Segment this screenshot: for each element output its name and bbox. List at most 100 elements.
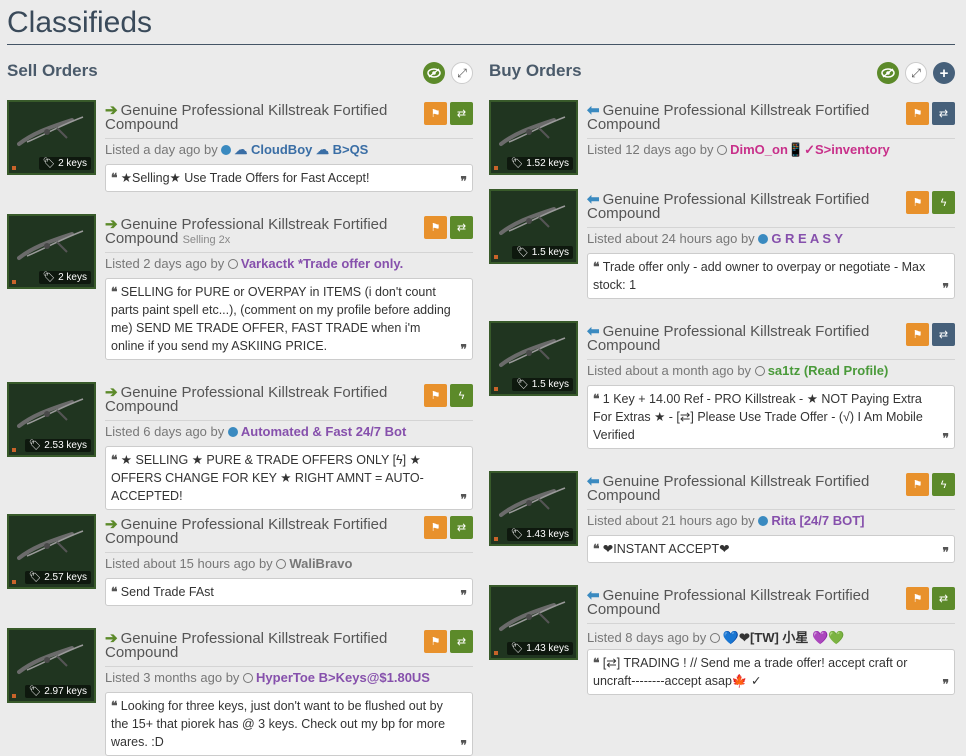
meta-divider (587, 509, 955, 510)
listing-actions: ⚑ ϟ (906, 191, 955, 214)
user-link[interactable]: WaliBravo (289, 556, 352, 571)
quantity-label: Selling 2x (182, 234, 231, 246)
report-flag-icon[interactable]: ⚑ (906, 587, 929, 610)
user-status-dot (717, 145, 728, 155)
swap-icon[interactable]: ⇄ (450, 630, 473, 653)
report-flag-icon[interactable]: ⚑ (424, 516, 447, 539)
listing-comment: ❝ 1 Key + 14.00 Ref - PRO Killstreak - ★… (587, 385, 955, 449)
item-thumbnail[interactable]: 🏷 2 keys (7, 214, 96, 289)
swap-icon[interactable]: ⇄ (450, 102, 473, 125)
sell-visibility-eye-icon[interactable] (423, 62, 445, 84)
bolt-icon[interactable]: ϟ (932, 191, 955, 214)
tag-icon: 🏷 (510, 529, 527, 540)
item-name[interactable]: ➔ Genuine Professional Killstreak Fortifi… (105, 385, 415, 414)
item-name[interactable]: ⬅ Genuine Professional Killstreak Fortifi… (587, 192, 897, 221)
item-thumbnail[interactable]: 🏷 2 keys (7, 100, 96, 175)
comment-text: ★ SELLING ★ PURE & TRADE OFFERS ONLY [ϟ]… (111, 453, 424, 503)
report-flag-icon[interactable]: ⚑ (424, 102, 447, 125)
listing-actions: ⚑ ⇄ (906, 587, 955, 610)
listed-time: Listed about a month ago by (587, 363, 752, 378)
listed-time: Listed 8 days ago by (587, 630, 707, 645)
price-label: 1.5 keys (531, 247, 569, 258)
listed-time: Listed about 21 hours ago by (587, 513, 755, 528)
item-thumbnail[interactable]: 🏷 2.53 keys (7, 382, 96, 457)
bolt-icon[interactable]: ϟ (932, 473, 955, 496)
swap-icon[interactable]: ⇄ (932, 102, 955, 125)
buy-expand-icon[interactable]: ⤢ (905, 62, 927, 84)
report-flag-icon[interactable]: ⚑ (424, 384, 447, 407)
swap-icon[interactable]: ⇄ (450, 216, 473, 239)
listing-comment: ❝ SELLING for PURE or OVERPAY in ITEMS (… (105, 278, 473, 360)
user-status-dot (758, 234, 769, 244)
report-flag-icon[interactable]: ⚑ (906, 473, 929, 496)
item-name-text: Genuine Professional Killstreak Fortifie… (105, 216, 388, 247)
price-label: 2.97 keys (44, 686, 87, 697)
item-name[interactable]: ➔ Genuine Professional Killstreak Fortifi… (105, 517, 415, 546)
add-buy-order-plus-icon[interactable]: + (933, 62, 955, 84)
item-thumbnail[interactable]: 🏷 1.5 keys (489, 189, 578, 264)
quote-open-icon: ❝ (593, 260, 603, 274)
tag-icon: 🏷 (516, 379, 532, 390)
price-label: 2 keys (58, 272, 87, 283)
item-name[interactable]: ⬅ Genuine Professional Killstreak Fortifi… (587, 474, 897, 503)
quote-open-icon: ❝ (111, 171, 121, 185)
swap-icon[interactable]: ⇄ (932, 323, 955, 346)
tag-icon: 🏷 (510, 158, 527, 169)
meta-divider (587, 227, 955, 228)
bolt-icon[interactable]: ϟ (450, 384, 473, 407)
compound-bow-icon (17, 530, 84, 560)
item-name[interactable]: ⬅ Genuine Professional Killstreak Fortifi… (587, 103, 897, 132)
user-link[interactable]: ☁ CloudBoy ☁ B>QS (234, 142, 368, 157)
comment-text: Trade offer only - add owner to overpay … (593, 260, 926, 292)
user-link[interactable]: Rita [24/7 BOT] (771, 513, 864, 528)
listing-actions: ⚑ ⇄ (424, 516, 473, 539)
listing-meta: Listed 3 months ago by HyperToe B>Keys@$… (105, 670, 473, 685)
quote-close-icon: ❞ (460, 492, 467, 506)
quote-close-icon: ❞ (942, 545, 949, 559)
report-flag-icon[interactable]: ⚑ (424, 216, 447, 239)
quality-marker (494, 387, 498, 391)
report-flag-icon[interactable]: ⚑ (424, 630, 447, 653)
report-flag-icon[interactable]: ⚑ (906, 191, 929, 214)
quote-close-icon: ❞ (460, 342, 467, 356)
quote-open-icon: ❝ (111, 285, 121, 299)
item-name[interactable]: ➔ Genuine Professional Killstreak Fortifi… (105, 631, 415, 660)
item-thumbnail[interactable]: 🏷 1.5 keys (489, 321, 578, 396)
quote-close-icon: ❞ (942, 677, 949, 691)
report-flag-icon[interactable]: ⚑ (906, 323, 929, 346)
user-link[interactable]: G R E A S Y (771, 231, 843, 246)
listing-actions: ⚑ ϟ (906, 473, 955, 496)
sell-expand-icon[interactable]: ⤢ (451, 62, 473, 84)
item-name[interactable]: ➔ Genuine Professional Killstreak Fortifi… (105, 103, 415, 132)
user-link[interactable]: 💙❤[TW] 小星 💜💚 (723, 630, 845, 645)
quality-marker (12, 580, 16, 584)
listing-meta: Listed about 24 hours ago by G R E A S Y (587, 231, 955, 246)
listing-comment: ❝ Looking for three keys, just don't wan… (105, 692, 473, 756)
swap-icon[interactable]: ⇄ (932, 587, 955, 610)
item-thumbnail[interactable]: 🏷 1.52 keys (489, 100, 578, 175)
meta-divider (105, 252, 473, 253)
user-link[interactable]: HyperToe B>Keys@$1.80US (256, 670, 430, 685)
item-thumbnail[interactable]: 🏷 1.43 keys (489, 585, 578, 660)
compound-bow-icon (499, 205, 566, 235)
user-status-dot (276, 559, 287, 569)
item-name[interactable]: ⬅ Genuine Professional Killstreak Fortifi… (587, 324, 897, 353)
price-label: 1.43 keys (526, 529, 569, 540)
listing-meta: Listed 6 days ago by Automated & Fast 24… (105, 424, 473, 439)
report-flag-icon[interactable]: ⚑ (906, 102, 929, 125)
item-thumbnail[interactable]: 🏷 1.43 keys (489, 471, 578, 546)
price-label: 1.52 keys (526, 158, 569, 169)
item-thumbnail[interactable]: 🏷 2.57 keys (7, 514, 96, 589)
price-label: 1.5 keys (531, 379, 569, 390)
user-link[interactable]: DimO_on📱✓S>inventory (730, 142, 890, 157)
item-thumbnail[interactable]: 🏷 2.97 keys (7, 628, 96, 703)
item-name[interactable]: ⬅ Genuine Professional Killstreak Fortifi… (587, 588, 897, 617)
user-link[interactable]: Automated & Fast 24/7 Bot (241, 424, 406, 439)
user-link[interactable]: Varkactk *Trade offer only. (241, 256, 403, 271)
buy-visibility-eye-icon[interactable] (877, 62, 899, 84)
meta-divider (105, 666, 473, 667)
item-name[interactable]: ➔ Genuine Professional Killstreak Fortifi… (105, 216, 415, 247)
compound-bow-icon (17, 644, 84, 674)
swap-icon[interactable]: ⇄ (450, 516, 473, 539)
user-link[interactable]: sa1tz (Read Profile) (768, 363, 889, 378)
